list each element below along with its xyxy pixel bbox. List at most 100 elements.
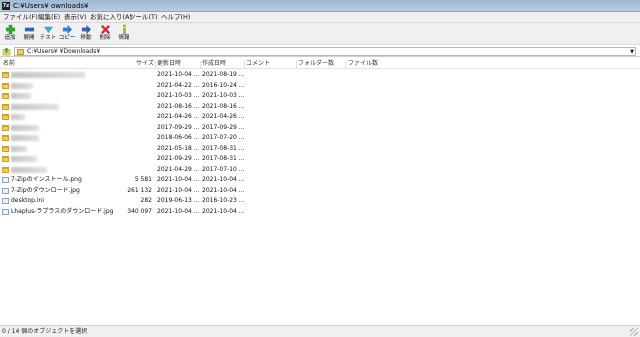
folder-row[interactable]: 2021-09-29 ... 2017-08-31 ... [0,154,640,165]
created-cell: 2021-10-03 ... [202,92,245,99]
modified-cell: 2021-04-22 ... [157,81,200,89]
file-row[interactable]: desktop.ini 282 2019-06-13 ... 2016-10-2… [0,196,640,207]
column-size[interactable]: サイズ [136,59,154,69]
folder-row[interactable]: 2018-06-06 ... 2017-07-20 ... [0,133,640,144]
folder-row[interactable]: 2021-05-18 ... 2017-08-31 ... [0,144,640,155]
status-bar: 0 / 14 個のオブジェクトを選択 [0,325,640,337]
info-icon [122,24,126,35]
modified-cell: 2021-10-04 ... [157,176,200,183]
redacted-name [11,124,39,131]
menu-favorites[interactable]: お気に入り(A) [90,13,132,22]
menu-bar: ファイル(F) 編集(E) 表示(V) お気に入り(A) ツール(T) ヘルプ(… [0,12,640,23]
column-files[interactable]: ファイル数 [348,59,378,69]
resize-grip-icon[interactable] [630,328,638,336]
folder-icon [2,145,9,152]
modified-cell: 2021-09-29 ... [157,155,200,162]
created-cell: 2017-08-31 ... [202,144,245,152]
folder-row[interactable]: 2017-09-29 ... 2017-09-29 ... [0,123,640,134]
size-cell: 5 581 [134,176,152,183]
modified-cell: 2019-06-13 ... [157,197,200,204]
modified-cell: 2021-10-03 ... [157,92,200,99]
modified-cell: 2021-10-04 ... [157,186,200,194]
folder-icon [2,124,9,131]
created-cell: 2016-10-23 ... [202,197,245,204]
column-divider [200,61,201,68]
size-cell: 261 132 [127,186,152,194]
address-bar: C:¥Users¥ ¥Downloads¥ ▼ [0,46,640,57]
address-path: C:¥Users¥ ¥Downloads¥ [27,48,101,55]
folder-row[interactable]: 2021-04-26 ... 2021-04-26 ... [0,112,640,123]
folder-row[interactable]: 2021-04-22 ... 2016-10-24 ... [0,81,640,92]
chevron-down-icon[interactable]: ▼ [630,48,634,56]
column-header: 名前 サイズ 更新日時 作成日時 コメント フォルダー数 ファイル数 [0,59,640,69]
image-file-icon [2,187,9,194]
menu-view[interactable]: 表示(V) [64,13,87,22]
file-row[interactable]: 7-Zipのダウンロード.jpg 261 132 2021-10-04 ... … [0,186,640,197]
title-bar: 7z C:¥Users¥ ownloads¥ [0,0,640,12]
modified-cell: 2018-06-06 ... [157,134,200,141]
column-folders[interactable]: フォルダー数 [298,59,334,69]
menu-help[interactable]: ヘルプ(H) [161,13,190,22]
column-divider [244,61,245,68]
folder-icon [2,82,9,89]
redacted-name [11,145,27,152]
column-modified[interactable]: 更新日時 [157,59,181,69]
created-cell: 2021-08-19 ... [202,71,245,78]
add-icon [5,24,15,35]
folder-up-icon[interactable] [2,47,11,56]
file-row[interactable]: 7-Zipのインストール.png 5 581 2021-10-04 ... 20… [0,175,640,186]
delete-icon [100,24,110,35]
column-name[interactable]: 名前 [3,59,15,69]
modified-cell: 2021-10-04 ... [157,71,200,78]
redacted-name [11,72,85,78]
file-name: 7-Zipのインストール.png [11,176,82,183]
menu-tools[interactable]: ツール(T) [129,13,158,22]
folder-row[interactable]: 2021-10-03 ... 2021-10-03 ... [0,91,640,102]
column-comment[interactable]: コメント [246,59,270,69]
created-cell: 2017-07-10 ... [202,165,245,173]
created-cell: 2017-07-20 ... [202,134,245,141]
redacted-name [11,166,47,173]
created-cell: 2021-10-04 ... [202,176,245,183]
address-field[interactable]: C:¥Users¥ ¥Downloads¥ ▼ [14,47,636,56]
column-divider [345,61,346,68]
file-name: desktop.ini [11,197,44,204]
folder-icon [2,103,9,110]
file-row[interactable]: Lhaplus-ラプラスのダウンロード.jpg 340 097 2021-10-… [0,207,640,218]
window-title: C:¥Users¥ ownloads¥ [13,2,89,10]
file-name: Lhaplus-ラプラスのダウンロード.jpg [11,207,114,215]
created-cell: 2021-10-04 ... [202,207,245,215]
folder-row[interactable]: 2021-08-16 ... 2021-08-16 ... [0,102,640,113]
folder-row[interactable]: 2021-04-29 ... 2017-07-10 ... [0,165,640,176]
toolbar: 追加 展開 テスト コピー 移動 削除 情報 [0,23,640,45]
folder-icon [2,156,9,162]
redacted-name [11,114,25,120]
app-7zip-icon: 7z [2,2,10,10]
folder-row[interactable]: 2021-10-04 ... 2021-08-19 ... [0,70,640,81]
folder-icon [2,72,9,78]
folder-icon [2,93,9,99]
extract-icon [24,27,34,32]
created-cell: 2021-04-26 ... [202,113,245,120]
column-divider [155,61,156,68]
folder-icon [17,49,24,55]
folder-icon [2,135,9,141]
folder-icon [2,114,9,120]
selection-status: 0 / 14 個のオブジェクトを選択 [2,328,88,335]
created-cell: 2016-10-24 ... [202,81,245,89]
modified-cell: 2021-04-26 ... [157,113,200,120]
folder-icon [2,166,9,173]
modified-cell: 2021-08-16 ... [157,102,200,110]
column-divider [296,61,297,68]
redacted-name [11,156,37,162]
menu-file[interactable]: ファイル(F) [3,13,38,22]
redacted-name [11,135,39,141]
copy-icon [62,24,72,35]
modified-cell: 2021-05-18 ... [157,144,200,152]
column-created[interactable]: 作成日時 [202,59,226,69]
menu-edit[interactable]: 編集(E) [38,13,60,22]
size-cell: 340 097 [127,207,152,215]
created-cell: 2021-08-16 ... [202,102,245,110]
info-button[interactable]: 情報 [115,24,133,44]
file-name: 7-Zipのダウンロード.jpg [11,186,80,194]
